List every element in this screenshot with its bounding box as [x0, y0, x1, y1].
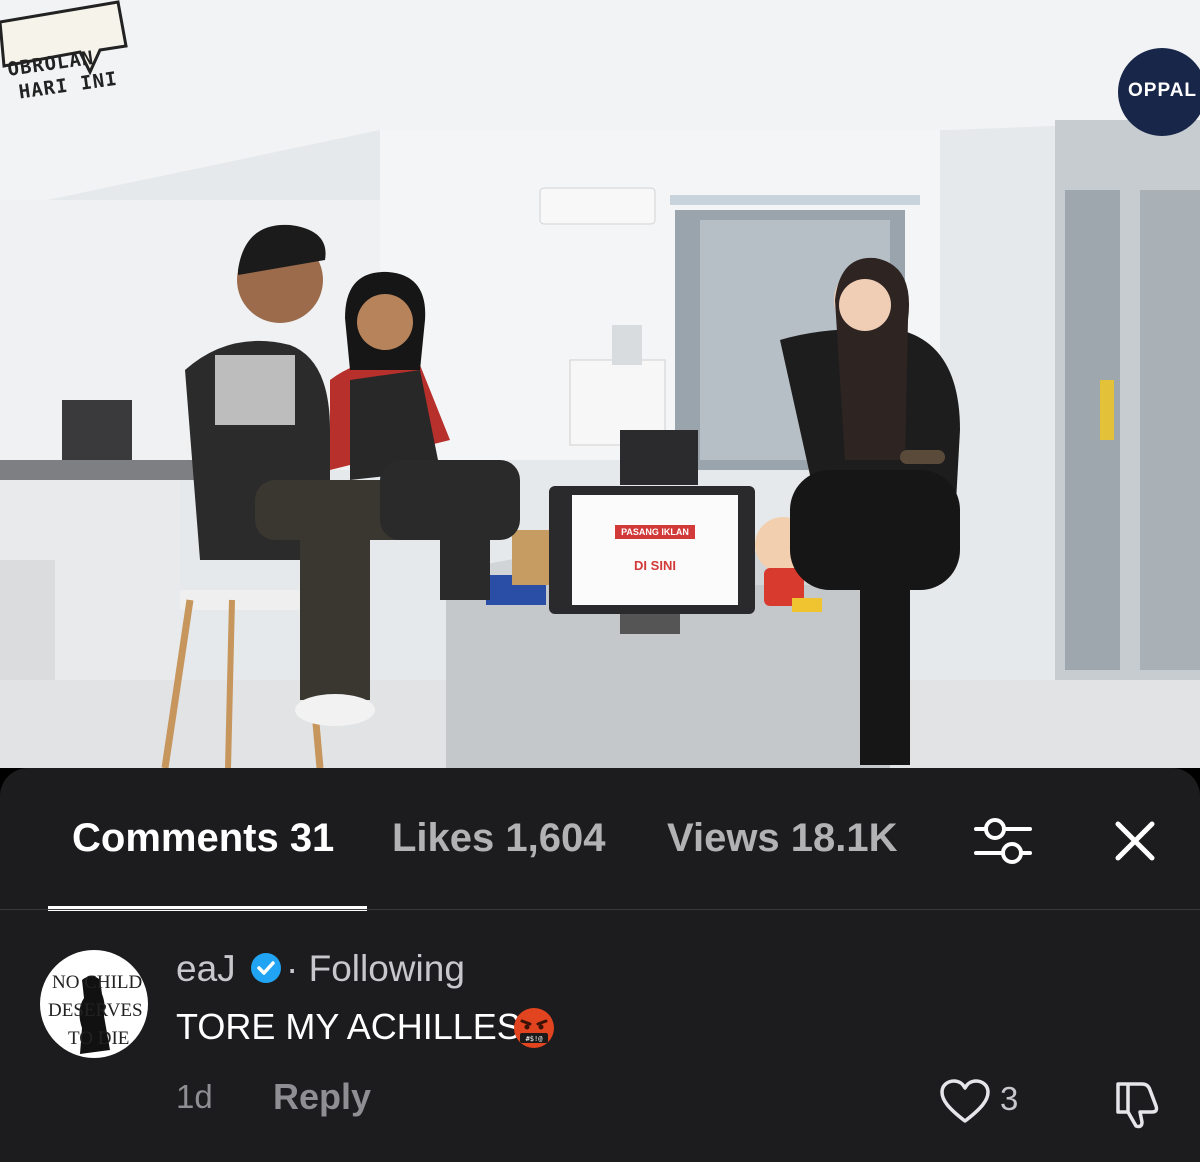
- panel-tabs: Comments 31 Likes 1,604 Views 18.1K: [0, 768, 1200, 911]
- tab-comments[interactable]: Comments 31: [72, 816, 334, 861]
- tablet-ad-subtitle: DI SINI: [634, 558, 676, 573]
- swearing-face-emoji: #$!@: [514, 1008, 554, 1048]
- heart-icon[interactable]: [938, 1078, 992, 1126]
- sliders-icon[interactable]: [968, 814, 1038, 868]
- avatar[interactable]: NO CHILD DESERVES TO DIE: [40, 950, 148, 1058]
- following-status[interactable]: · Following: [286, 948, 465, 990]
- avatar-text-line1: NO CHILD: [52, 972, 143, 993]
- tablet-ad-screen: PASANG IKLAN DI SINI: [572, 495, 738, 605]
- thumbs-down-icon[interactable]: [1108, 1076, 1162, 1130]
- comment-item: NO CHILD DESERVES TO DIE eaJ · Following…: [0, 910, 1200, 1162]
- brand-logo: OPPAL: [1118, 48, 1200, 136]
- tab-likes[interactable]: Likes 1,604: [392, 816, 606, 861]
- reply-button[interactable]: Reply: [273, 1076, 371, 1118]
- comment-time: 1d: [176, 1078, 213, 1115]
- video-frame[interactable]: OBROLAN HARI INI OPPAL PASANG IKLAN DI S…: [0, 0, 1200, 768]
- comment-username[interactable]: eaJ: [176, 948, 236, 990]
- like-count: 3: [1000, 1080, 1019, 1117]
- video-scene: [0, 0, 1200, 768]
- comments-panel: Comments 31 Likes 1,604 Views 18.1K NO C…: [0, 768, 1200, 1162]
- avatar-text-line2: DESERVES: [48, 1000, 143, 1021]
- tab-views[interactable]: Views 18.1K: [667, 816, 898, 861]
- close-icon[interactable]: [1108, 814, 1162, 868]
- avatar-text-line3: TO DIE: [68, 1028, 130, 1049]
- verified-badge-icon: [251, 953, 281, 983]
- comment-text: TORE MY ACHILLES: [176, 1006, 521, 1047]
- svg-text:#$!@: #$!@: [526, 1035, 544, 1043]
- tablet-ad-title: PASANG IKLAN: [615, 525, 695, 539]
